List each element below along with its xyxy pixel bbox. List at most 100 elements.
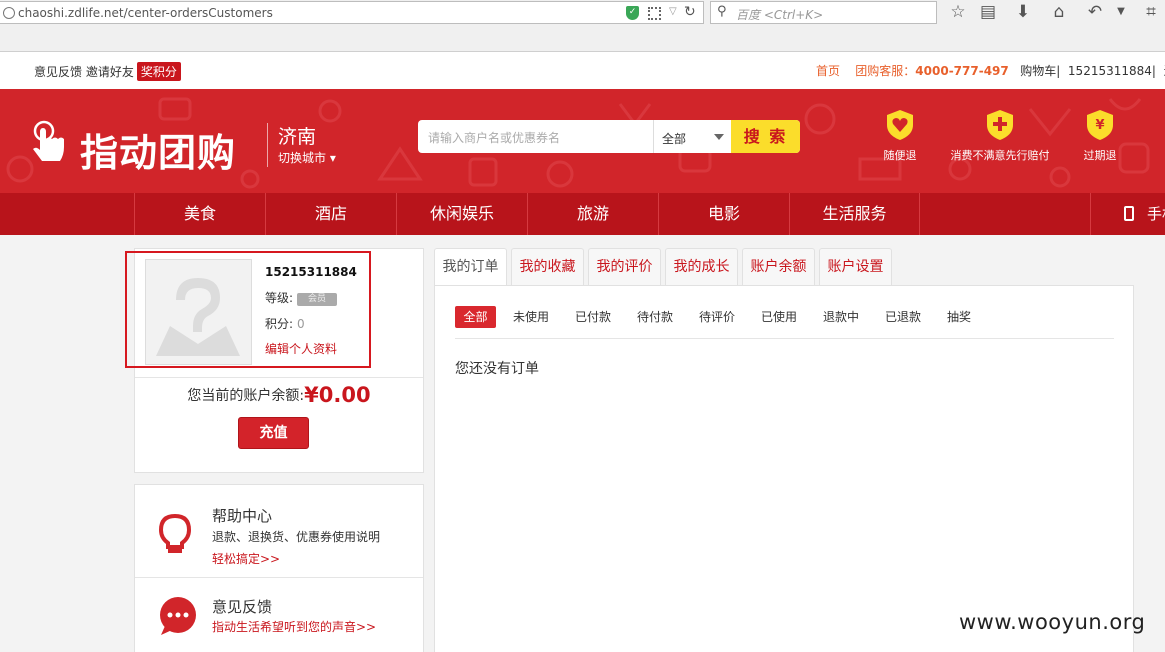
tab-my-favorites[interactable]: 我的收藏: [511, 248, 584, 286]
logo-hand-icon: [33, 120, 64, 161]
history-dropdown-icon[interactable]: ▼: [1110, 6, 1132, 17]
logo-divider: [267, 123, 268, 167]
plus-shield-icon: [987, 110, 1013, 140]
browser-search-placeholder: 百度 <Ctrl+K>: [736, 8, 824, 22]
promise-label: 消费不满意先行赔付: [950, 149, 1050, 162]
bookmark-star-icon[interactable]: ☆: [947, 2, 969, 22]
reload-icon[interactable]: ↻: [684, 4, 696, 20]
qr-code-icon[interactable]: [648, 7, 661, 20]
orders-panel: 全部 未使用 已付款 待付款 待评价 已使用 退款中 已退款 抽奖 您还没有订单: [434, 285, 1134, 652]
watermark: www.wooyun.org: [959, 610, 1146, 634]
browser-search-input[interactable]: ⚲ 百度 <Ctrl+K>: [710, 1, 937, 24]
download-icon[interactable]: ⬇: [1012, 2, 1034, 22]
nav-item-hotel[interactable]: 酒店: [265, 193, 396, 235]
nav-mobile-link[interactable]: 手机: [1090, 193, 1165, 235]
nav-item-travel[interactable]: 旅游: [527, 193, 658, 235]
divider: [135, 577, 423, 578]
balance-amount: ¥0.00: [304, 383, 371, 407]
filter-all[interactable]: 全部: [455, 306, 496, 328]
nav-item-food[interactable]: 美食: [134, 193, 265, 235]
crop-icon[interactable]: ⌗: [1140, 2, 1162, 22]
feedback-title[interactable]: 意见反馈: [212, 596, 272, 617]
divider: [135, 377, 423, 378]
account-balance: 您当前的账户余额:¥0.00: [135, 383, 423, 407]
util-left-links: 意见反馈 邀请好友 奖积分: [34, 62, 181, 81]
url-dropdown-icon[interactable]: ▽: [669, 6, 677, 17]
hotline-number: 4000-777-497: [915, 64, 1009, 78]
yen-shield-icon: ¥: [1087, 110, 1113, 140]
nav-item-movie[interactable]: 电影: [658, 193, 789, 235]
utility-bar: 意见反馈 邀请好友 奖积分 首页 团购客服：4000-777-497 购物车| 1…: [0, 52, 1165, 89]
promise-refund-anytime[interactable]: 随便退: [850, 109, 950, 163]
current-city: 济南: [278, 126, 317, 148]
page-root: { "browser": { "url": "chaoshi.zdlife.ne…: [0, 0, 1165, 652]
feedback-link[interactable]: 指动生活希望听到您的声音>>: [212, 618, 376, 635]
globe-icon: [3, 7, 15, 19]
tab-account-settings[interactable]: 账户设置: [819, 248, 892, 286]
invite-badge[interactable]: 奖积分: [136, 62, 181, 81]
filter-refunding[interactable]: 退款中: [821, 306, 861, 328]
help-center-title[interactable]: 帮助中心: [212, 505, 272, 526]
help-center-desc: 退款、退换货、优惠券使用说明: [212, 530, 381, 544]
chat-bubble-icon: [160, 597, 196, 635]
switch-city-link[interactable]: 切换城市 ▾: [278, 149, 336, 166]
recharge-button[interactable]: 充值: [238, 417, 309, 449]
home-link[interactable]: 首页: [816, 64, 840, 78]
home-icon[interactable]: ⌂: [1048, 2, 1070, 22]
filter-pending-review[interactable]: 待评价: [697, 306, 737, 328]
nav-mobile-label: 手机: [1147, 205, 1165, 223]
search-icon: ⚲: [717, 4, 727, 19]
dropdown-arrow-icon: [714, 134, 724, 140]
filter-refunded[interactable]: 已退款: [883, 306, 923, 328]
tab-my-orders[interactable]: 我的订单: [434, 248, 507, 287]
help-center-link[interactable]: 轻松搞定>>: [212, 550, 280, 567]
search-button[interactable]: 搜 索: [731, 120, 800, 153]
mobile-phone-icon: [1124, 206, 1134, 221]
filter-paid[interactable]: 已付款: [573, 306, 613, 328]
util-right-links: 首页 团购客服：4000-777-497 购物车| 15215311884| 退…: [816, 62, 1165, 79]
invite-link[interactable]: 邀请好友: [86, 65, 134, 79]
feedback-link[interactable]: 意见反馈: [34, 65, 82, 79]
reading-list-icon[interactable]: ▤: [977, 2, 999, 22]
chevron-down-icon: ▾: [329, 151, 336, 165]
nav-item-life-services[interactable]: 生活服务: [789, 193, 920, 235]
svg-text:¥: ¥: [1095, 118, 1104, 133]
address-text: chaoshi.zdlife.net/center-ordersCustomer…: [18, 6, 273, 20]
category-nav: 美食 酒店 休闲娱乐 旅游 电影 生活服务 手机: [0, 193, 1165, 235]
divider: [455, 338, 1114, 339]
site-logo[interactable]: 指动团购: [80, 122, 236, 177]
security-shield-icon[interactable]: ✓: [626, 6, 639, 20]
back-arrow-icon[interactable]: ↶: [1084, 2, 1106, 22]
nav-item-entertainment[interactable]: 休闲娱乐: [396, 193, 527, 235]
tab-my-reviews[interactable]: 我的评价: [588, 248, 661, 286]
search-scope-select[interactable]: 全部: [653, 120, 731, 153]
filter-pending-payment[interactable]: 待付款: [635, 306, 675, 328]
user-phone-link[interactable]: 15215311884: [1068, 64, 1152, 78]
promise-label: 随便退: [883, 149, 917, 162]
site-search-input[interactable]: 请输入商户名或优惠券名: [428, 129, 560, 146]
filter-lottery[interactable]: 抽奖: [945, 306, 973, 328]
empty-orders-message: 您还没有订单: [455, 361, 539, 377]
util-sep: |: [1056, 64, 1061, 78]
tab-account-balance[interactable]: 账户余额: [742, 248, 815, 286]
address-bar[interactable]: chaoshi.zdlife.net/center-ordersCustomer…: [0, 1, 704, 24]
browser-toolbar: chaoshi.zdlife.net/center-ordersCustomer…: [0, 0, 1165, 52]
site-search: 请输入商户名或优惠券名 全部 搜 索: [418, 120, 800, 153]
switch-city-label: 切换城市: [278, 151, 327, 165]
promise-compensation[interactable]: 消费不满意先行赔付: [950, 109, 1050, 163]
filter-used[interactable]: 已使用: [759, 306, 799, 328]
help-card: 帮助中心 退款、退换货、优惠券使用说明 轻松搞定>> 意见反馈 指动生活希望听到…: [134, 484, 424, 652]
cart-link[interactable]: 购物车: [1020, 64, 1056, 78]
site-header: 指动团购 济南 切换城市 ▾ 请输入商户名或优惠券名 全部 搜 索 随便退 消费…: [0, 89, 1165, 193]
balance-label: 您当前的账户余额:: [187, 388, 305, 404]
hotline-label: 团购客服：: [855, 64, 916, 78]
annotation-highlight-box: [125, 251, 371, 368]
search-scope-value: 全部: [662, 132, 687, 146]
util-sep: |: [1151, 64, 1156, 78]
heart-shield-icon: [887, 110, 913, 140]
tab-my-growth[interactable]: 我的成长: [665, 248, 738, 286]
promise-expired-refund[interactable]: ¥ 过期退: [1050, 109, 1150, 163]
lightbulb-icon: [158, 513, 192, 553]
filter-unused[interactable]: 未使用: [511, 306, 551, 328]
promise-label: 过期退: [1083, 149, 1117, 162]
